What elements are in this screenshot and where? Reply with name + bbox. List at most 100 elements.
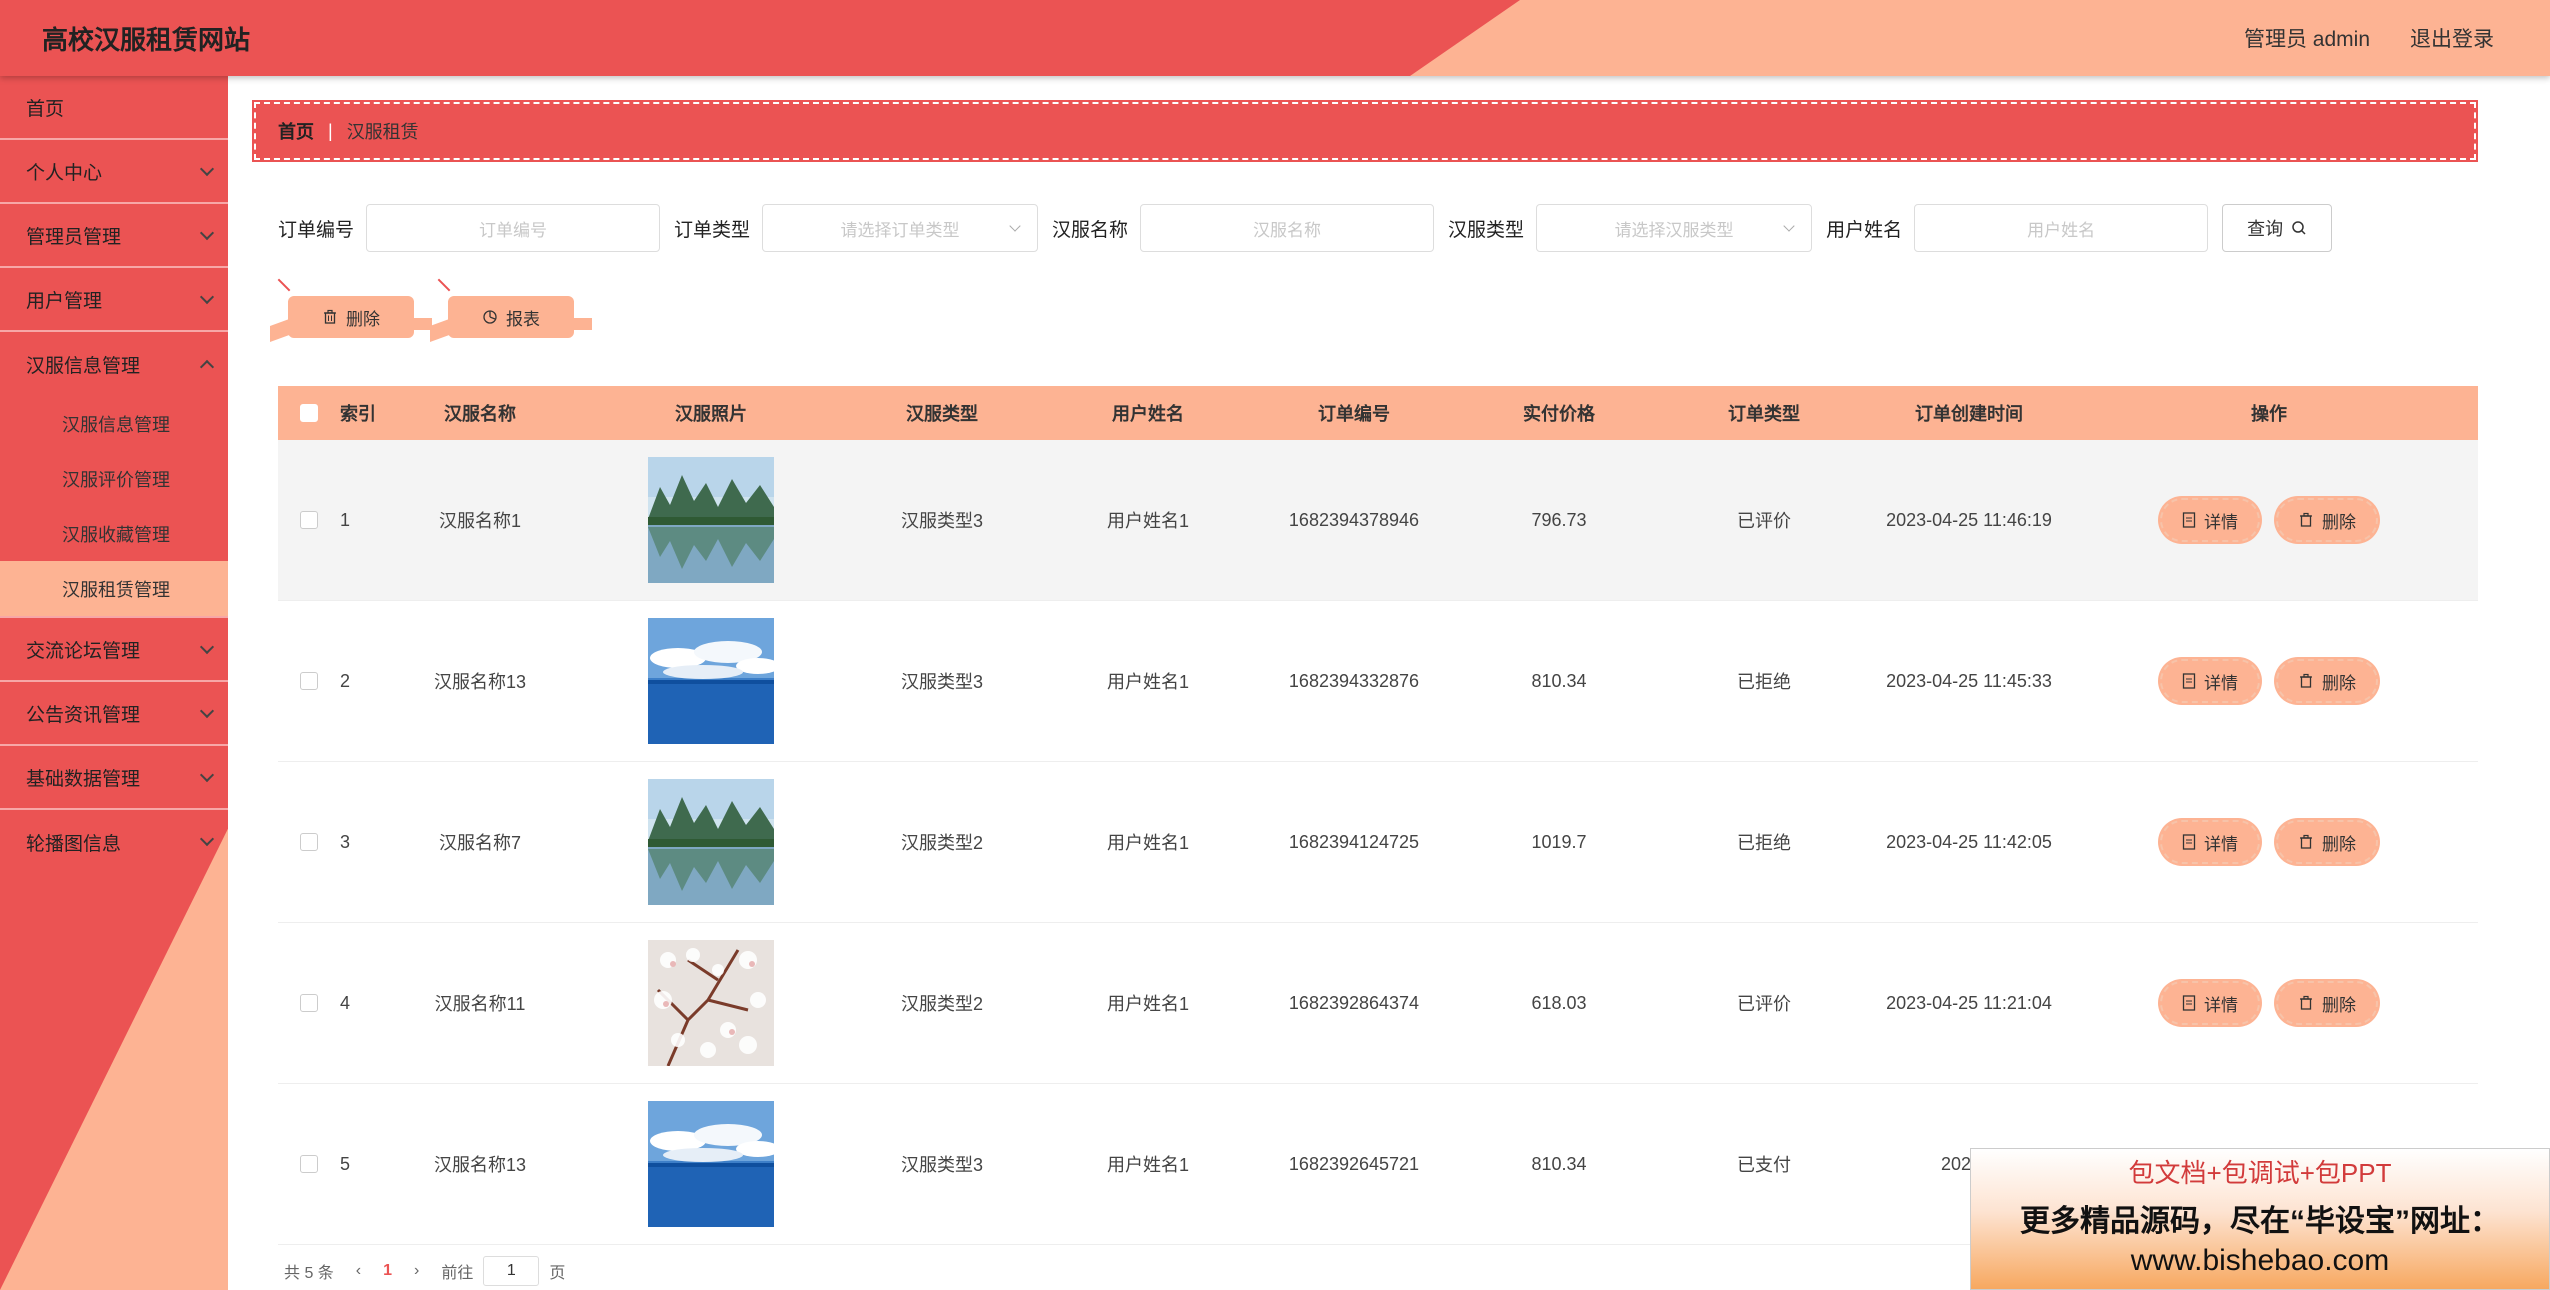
- order-no-placeholder: 订单编号: [479, 220, 548, 240]
- sidebar-item-basic-data-management[interactable]: 基础数据管理: [0, 746, 228, 810]
- report-button[interactable]: 报表: [437, 278, 592, 338]
- hanfu-type-label: 汉服类型: [1448, 219, 1525, 241]
- sidebar-item-admin-management[interactable]: 管理员管理: [0, 204, 228, 268]
- col-hanfu-name: 汉服名称: [444, 404, 516, 424]
- pager-next-icon[interactable]: ›: [414, 1262, 419, 1280]
- row-checkbox-cell: [278, 833, 340, 851]
- admin-user-label[interactable]: 管理员 admin: [2244, 23, 2370, 53]
- sidebar-item-hanfu-info-management[interactable]: 汉服信息管理: [0, 332, 228, 396]
- cell-hanfu-type: 汉服类型3: [900, 672, 983, 692]
- pager-current-page[interactable]: 1: [383, 1262, 392, 1280]
- delete-button[interactable]: 删除: [2276, 981, 2378, 1025]
- cell-hanfu-type: 汉服类型2: [900, 994, 983, 1014]
- pager-goto-input[interactable]: 1: [483, 1256, 540, 1286]
- row-checkbox[interactable]: [300, 1155, 318, 1173]
- sidebar-item-label: 首页: [26, 98, 65, 120]
- row-checkbox[interactable]: [300, 672, 318, 690]
- pager-total: 共 5 条: [284, 1265, 334, 1282]
- row-checkbox-cell: [278, 672, 340, 690]
- cell-created-time: 2023-04-25 11:42:05: [1886, 831, 2052, 852]
- sidebar-item-carousel-info[interactable]: 轮播图信息: [0, 810, 228, 874]
- cell-hanfu-name: 汉服名称11: [434, 994, 526, 1014]
- query-button[interactable]: 查询: [2222, 204, 2333, 252]
- detail-button[interactable]: 详情: [2160, 820, 2260, 864]
- document-icon: [2182, 673, 2196, 689]
- sidebar-subitem-hanfu-info[interactable]: 汉服信息管理: [0, 396, 228, 451]
- sidebar-subitem-label: 汉服收藏管理: [62, 524, 170, 545]
- cell-created-time: 2023-04-25 11:45:33: [1886, 670, 2052, 691]
- user-name-input[interactable]: 用户姓名: [1914, 204, 2209, 252]
- chevron-down-icon: [199, 831, 215, 847]
- logout-link[interactable]: 退出登录: [2410, 23, 2494, 53]
- delete-button[interactable]: 删除: [2276, 498, 2378, 542]
- main-content: 首页 | 汉服租赁 订单编号 订单编号 订单类型 请选择订单类型 汉服名称 汉服…: [228, 76, 2550, 1290]
- pager-prev-icon[interactable]: ‹: [356, 1262, 361, 1280]
- cell-paid-price: 1019.7: [1531, 831, 1587, 852]
- col-user-name: 用户姓名: [1112, 404, 1184, 424]
- sidebar-item-home[interactable]: 首页: [0, 76, 228, 140]
- cell-hanfu-type: 汉服类型2: [900, 833, 983, 853]
- ad-line-2: 更多精品源码，尽在“毕设宝”网址：: [2020, 1205, 2500, 1238]
- header-user-area: 管理员 admin 退出登录: [2244, 23, 2494, 53]
- order-no-input[interactable]: 订单编号: [366, 204, 661, 252]
- order-type-select[interactable]: 请选择订单类型: [762, 204, 1039, 252]
- hanfu-name-placeholder: 汉服名称: [1253, 220, 1322, 240]
- document-icon: [2182, 834, 2196, 850]
- delete-button[interactable]: 删除: [2276, 820, 2378, 864]
- breadcrumb-home[interactable]: 首页: [278, 118, 314, 144]
- sidebar-item-announcement-management[interactable]: 公告资讯管理: [0, 682, 228, 746]
- hanfu-photo-sky-sea[interactable]: [648, 1101, 774, 1227]
- delete-button[interactable]: 删除: [2276, 659, 2378, 703]
- sidebar-item-label: 公告资讯管理: [26, 704, 141, 726]
- chevron-down-icon: [199, 225, 215, 241]
- hanfu-name-input[interactable]: 汉服名称: [1140, 204, 1435, 252]
- trash-icon: [2300, 512, 2312, 527]
- chevron-down-icon: [199, 767, 215, 783]
- col-index: 索引: [340, 404, 376, 424]
- order-type-placeholder: 请选择订单类型: [840, 220, 960, 240]
- row-checkbox-cell: [278, 994, 340, 1012]
- detail-button[interactable]: 详情: [2160, 498, 2260, 542]
- cell-order-type: 已支付: [1737, 1155, 1791, 1175]
- row-checkbox[interactable]: [300, 994, 318, 1012]
- sidebar-item-forum-management[interactable]: 交流论坛管理: [0, 618, 228, 682]
- select-all-cell: [278, 404, 340, 422]
- detail-button[interactable]: 详情: [2160, 659, 2260, 703]
- delete-label: 删除: [2322, 512, 2356, 532]
- cell-hanfu-type: 汉服类型3: [900, 511, 983, 531]
- hanfu-photo-mountain-lake[interactable]: [648, 779, 774, 905]
- cell-user-name: 用户姓名1: [1106, 833, 1189, 853]
- hanfu-photo-sky-sea[interactable]: [648, 618, 774, 744]
- sidebar-menu: 首页 个人中心 管理员管理 用户管理 汉服信息管理 汉服信息管理 汉服评价管理 …: [0, 76, 228, 874]
- decor-tick: [277, 278, 291, 292]
- cell-user-name: 用户姓名1: [1106, 1155, 1189, 1175]
- hanfu-type-select[interactable]: 请选择汉服类型: [1536, 204, 1813, 252]
- row-checkbox[interactable]: [300, 511, 318, 529]
- sidebar-item-user-management[interactable]: 用户管理: [0, 268, 228, 332]
- decor-tick: [437, 278, 451, 292]
- cell-order-no: 1682392645721: [1288, 1153, 1420, 1174]
- sidebar-subitem-hanfu-rental[interactable]: 汉服租赁管理: [0, 561, 228, 618]
- sidebar-subitem-hanfu-favorite[interactable]: 汉服收藏管理: [0, 506, 228, 561]
- cell-index: 4: [340, 992, 351, 1013]
- detail-button[interactable]: 详情: [2160, 981, 2260, 1025]
- search-form: 订单编号 订单编号 订单类型 请选择订单类型 汉服名称 汉服名称 汉服类型 请选…: [278, 202, 2333, 254]
- cell-operations: 详情 删除: [2084, 820, 2454, 864]
- chevron-down-icon: [1009, 220, 1021, 232]
- col-operations: 操作: [2251, 404, 2287, 424]
- cell-operations: 详情 删除: [2084, 498, 2454, 542]
- select-all-checkbox[interactable]: [300, 404, 318, 422]
- pager-goto-label: 前往: [441, 1265, 474, 1282]
- toolbar-actions: 删除 报表: [277, 278, 592, 338]
- delete-label: 删除: [2322, 673, 2356, 693]
- hanfu-name-label: 汉服名称: [1052, 219, 1129, 241]
- hanfu-photo-blossom-branch[interactable]: [648, 940, 774, 1066]
- user-name-placeholder: 用户姓名: [2027, 220, 2096, 240]
- chevron-down-icon: [199, 703, 215, 719]
- batch-delete-button[interactable]: 删除: [277, 278, 432, 338]
- hanfu-photo-mountain-lake[interactable]: [648, 457, 774, 583]
- sidebar-subitem-hanfu-review[interactable]: 汉服评价管理: [0, 451, 228, 506]
- cell-hanfu-name: 汉服名称13: [433, 672, 527, 692]
- sidebar-item-profile[interactable]: 个人中心: [0, 140, 228, 204]
- row-checkbox[interactable]: [300, 833, 318, 851]
